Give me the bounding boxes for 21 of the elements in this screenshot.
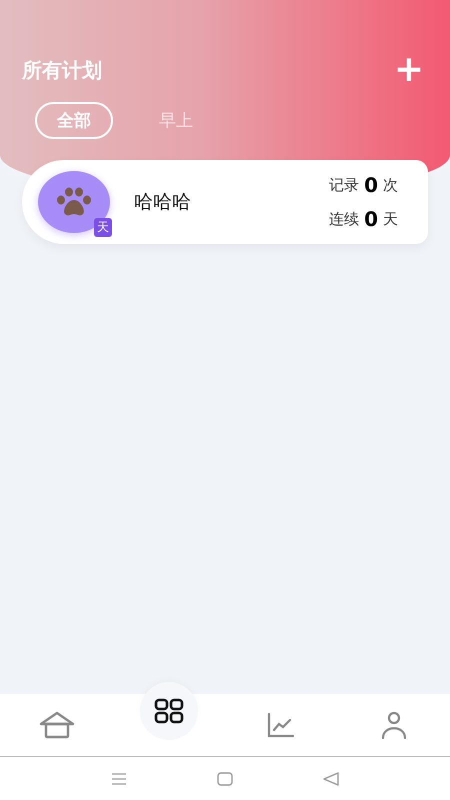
square-icon[interactable] — [217, 772, 233, 786]
filter-tab[interactable]: 早上 — [137, 102, 215, 139]
plan-card[interactable]: 天 哈哈哈 记录 0 次 连续 0 天 — [22, 160, 428, 244]
add-button[interactable]: + — [390, 52, 428, 88]
plan-name: 哈哈哈 — [134, 190, 192, 215]
stat-value: 0 — [364, 173, 378, 197]
stat-unit: 次 — [383, 176, 398, 194]
filter-tab[interactable]: 全部 — [35, 102, 113, 139]
home-icon — [38, 711, 74, 739]
stat-label: 记录 — [329, 176, 360, 194]
frequency-badge: 天 — [94, 218, 112, 237]
stat-label: 连续 — [329, 210, 360, 228]
paw-icon — [56, 187, 92, 217]
back-icon[interactable] — [323, 772, 339, 786]
menu-icon[interactable] — [111, 772, 127, 784]
page-title: 所有计划 — [22, 56, 102, 84]
stat-value: 0 — [364, 207, 378, 231]
grid-icon — [154, 698, 184, 724]
person-icon — [380, 711, 408, 739]
stat-unit: 天 — [383, 210, 398, 228]
chart-icon — [266, 712, 294, 738]
